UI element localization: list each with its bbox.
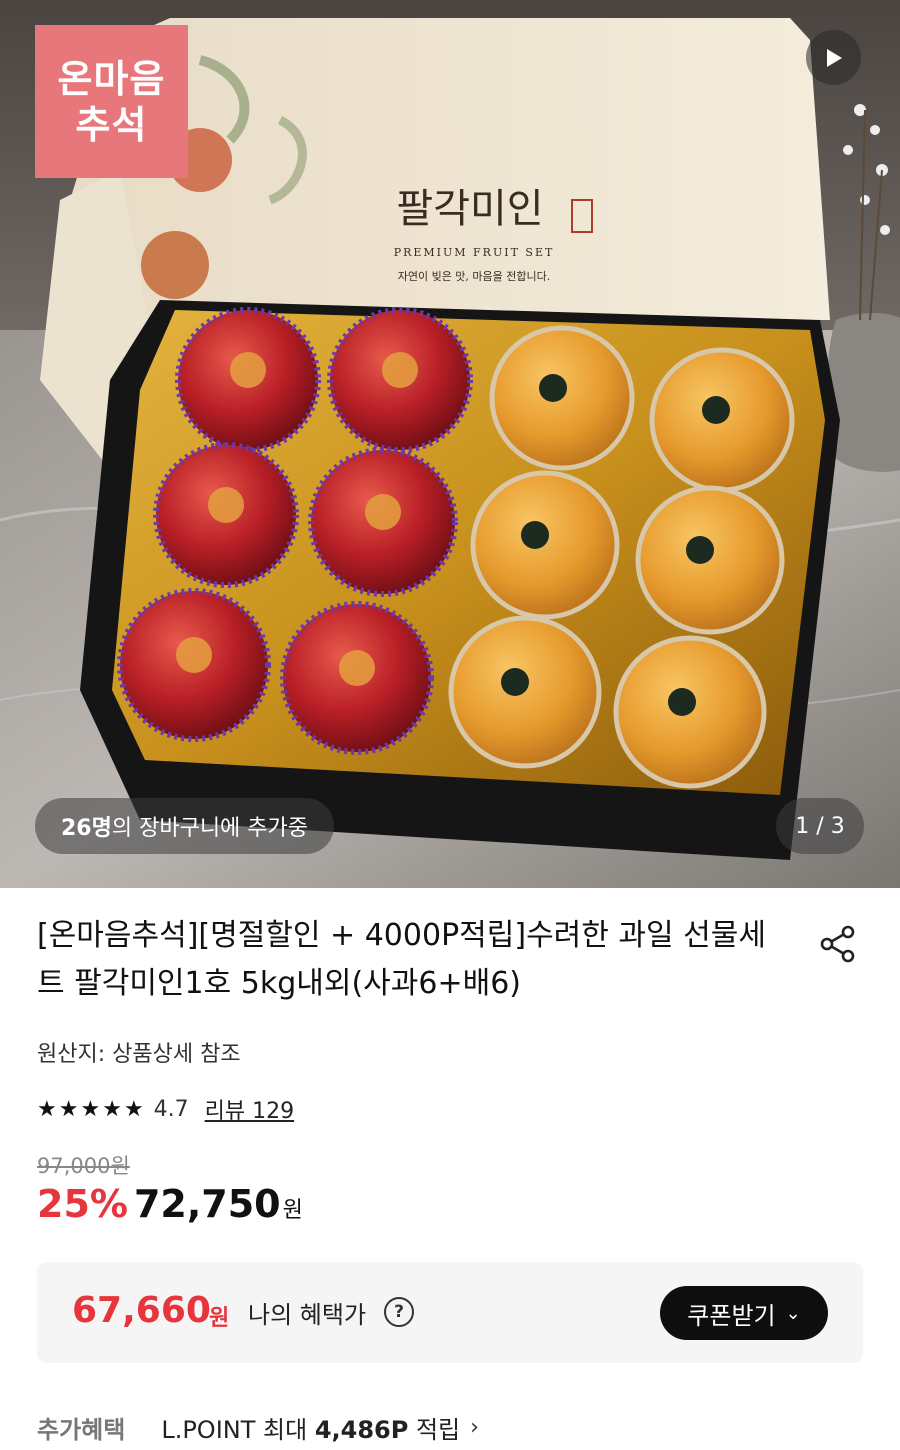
help-icon[interactable]: ? (384, 1297, 414, 1327)
extra-benefit-suffix: 적립 (408, 1416, 461, 1444)
box-title: 팔각미인 (396, 186, 543, 232)
play-video-button[interactable] (806, 30, 861, 85)
star-rating: ★ ★ ★ ★ ★ (37, 1097, 146, 1122)
coupon-button[interactable]: 쿠폰받기 ⌄ (660, 1286, 828, 1340)
share-icon (820, 925, 855, 963)
rating-row: ★ ★ ★ ★ ★ 4.7 리뷰 129 (37, 1093, 294, 1125)
original-price: 97,000원 (37, 1154, 130, 1178)
sale-price: 72,750 (133, 1182, 281, 1226)
product-title: [온마음추석][명절할인 + 4000P적립]수려한 과일 선물세트 팔각미인1… (37, 918, 766, 1001)
rating-value: 4.7 (153, 1096, 189, 1122)
discount-rate: 25% (37, 1182, 128, 1226)
benefit-price-unit: 원 (209, 1306, 230, 1331)
share-button[interactable] (816, 922, 860, 966)
star-icon: ★ (102, 1096, 122, 1122)
coupon-button-label: 쿠폰받기 (687, 1301, 776, 1330)
cart-count: 26명 (61, 816, 112, 841)
benefit-label: 나의 혜택가 (248, 1301, 367, 1329)
extra-benefit-prefix: L.POINT 최대 (161, 1416, 315, 1444)
star-icon: ★ (37, 1096, 57, 1122)
price-row: 25% 72,750 원 (37, 1182, 303, 1226)
benefit-price: 67,660 (72, 1290, 211, 1331)
benefit-price-box: 67,660 원 나의 혜택가 ? 쿠폰받기 ⌄ (37, 1262, 863, 1363)
origin-info: 원산지: 상품상세 참조 (37, 1042, 241, 1067)
star-icon: ★ (80, 1096, 101, 1122)
cart-text: 의 장바구니에 추가중 (111, 816, 309, 841)
promo-badge-line1: 온마음 (57, 56, 166, 101)
image-page-indicator: 1 / 3 (776, 798, 864, 854)
product-image-carousel[interactable]: 팔각미인 PREMIUM FRUIT SET 자연이 빚은 맛, 마음을 전합니… (0, 0, 900, 888)
extra-benefit-label: 추가혜택 (37, 1416, 126, 1444)
star-icon: ★ (123, 1096, 144, 1122)
promo-badge: 온마음 추석 (35, 25, 188, 178)
cart-activity-pill: 26명 의 장바구니에 추가중 (35, 798, 335, 854)
extra-benefit-row[interactable]: 추가혜택 L.POINT 최대 4,486P 적립 › (37, 1410, 479, 1445)
chevron-down-icon: ⌄ (785, 1302, 801, 1324)
chevron-right-icon: › (470, 1415, 479, 1440)
extra-benefit-points: 4,486P (314, 1416, 409, 1444)
box-tagline: 자연이 빚은 맛, 마음을 전합니다. (398, 270, 551, 283)
play-icon (826, 48, 842, 67)
star-icon: ★ (58, 1096, 79, 1122)
promo-badge-line2: 추석 (75, 102, 148, 147)
box-subtitle: PREMIUM FRUIT SET (394, 246, 555, 259)
extra-benefit-text: L.POINT 최대 4,486P 적립 (161, 1410, 460, 1445)
review-link[interactable]: 리뷰 129 (205, 1093, 294, 1125)
sale-price-unit: 원 (282, 1198, 303, 1223)
